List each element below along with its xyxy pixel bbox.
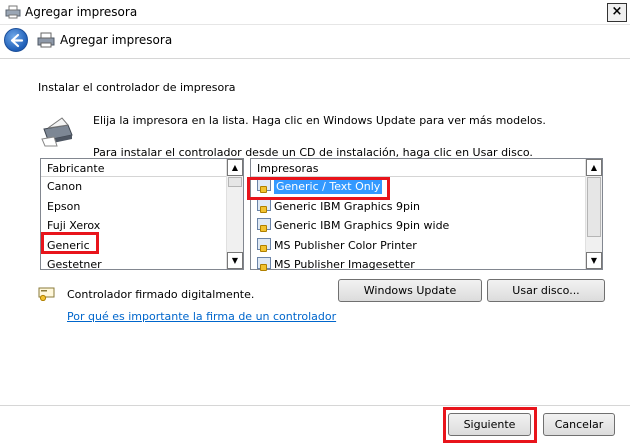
list-item[interactable]: MS Publisher Imagesetter (251, 255, 602, 275)
manufacturer-scrollbar[interactable]: ▲ ▼ (226, 159, 243, 269)
list-item[interactable]: Generic IBM Graphics 9pin wide (251, 216, 602, 236)
manufacturer-column-header[interactable]: Fabricante (41, 159, 243, 177)
signed-driver-icon (38, 287, 55, 301)
scroll-up-button[interactable]: ▲ (586, 159, 602, 176)
page-title: Agregar impresora (60, 33, 173, 47)
list-item[interactable]: Epson (41, 197, 243, 217)
list-item[interactable]: MS Publisher Color Printer (251, 236, 602, 256)
printer-icon (41, 117, 73, 147)
window-title: Agregar impresora (25, 5, 138, 19)
scroll-thumb[interactable] (587, 177, 601, 237)
list-item[interactable]: Canon (41, 177, 243, 197)
close-icon: × (611, 4, 623, 19)
scroll-down-button[interactable]: ▼ (586, 252, 602, 269)
list-item[interactable]: Gestetner (41, 255, 243, 275)
navigation-bar: Agregar impresora (0, 25, 630, 58)
add-printer-icon (5, 5, 21, 19)
driver-icon (257, 198, 271, 213)
driver-icon (257, 257, 271, 271)
list-item-label: MS Publisher Imagesetter (274, 258, 415, 271)
driver-icon (257, 218, 271, 232)
highlight-box (443, 407, 537, 443)
printer-list[interactable]: Impresoras Generic / Text Only Generic I… (250, 158, 603, 271)
highlight-box (247, 177, 390, 200)
scroll-up-button[interactable]: ▲ (227, 159, 243, 176)
title-bar: Agregar impresora × (0, 0, 630, 25)
list-item-label: Generic IBM Graphics 9pin wide (274, 219, 450, 232)
list-item-label: MS Publisher Color Printer (274, 238, 417, 252)
scroll-thumb[interactable] (228, 177, 242, 187)
back-arrow-icon (10, 33, 24, 48)
driver-icon (257, 237, 271, 252)
printer-icon (37, 32, 55, 48)
windows-update-button[interactable]: Windows Update (338, 279, 482, 302)
signature-info-link[interactable]: Por qué es importante la firma de un con… (67, 310, 336, 323)
back-button[interactable] (4, 28, 28, 52)
printer-scrollbar[interactable]: ▲ ▼ (585, 159, 602, 269)
list-item-label: Generic IBM Graphics 9pin (274, 199, 421, 213)
have-disk-button[interactable]: Usar disco... (487, 279, 605, 302)
section-heading: Instalar el controlador de impresora (38, 81, 236, 94)
cancel-button[interactable]: Cancelar (543, 413, 615, 436)
printer-column-header[interactable]: Impresoras (251, 159, 602, 177)
scroll-down-button[interactable]: ▼ (227, 252, 243, 269)
close-button[interactable]: × (607, 3, 627, 22)
highlight-box (41, 232, 99, 254)
instruction-text: Elija la impresora en la lista. Haga cli… (93, 114, 546, 127)
signed-status-text: Controlador firmado digitalmente. (67, 288, 255, 301)
